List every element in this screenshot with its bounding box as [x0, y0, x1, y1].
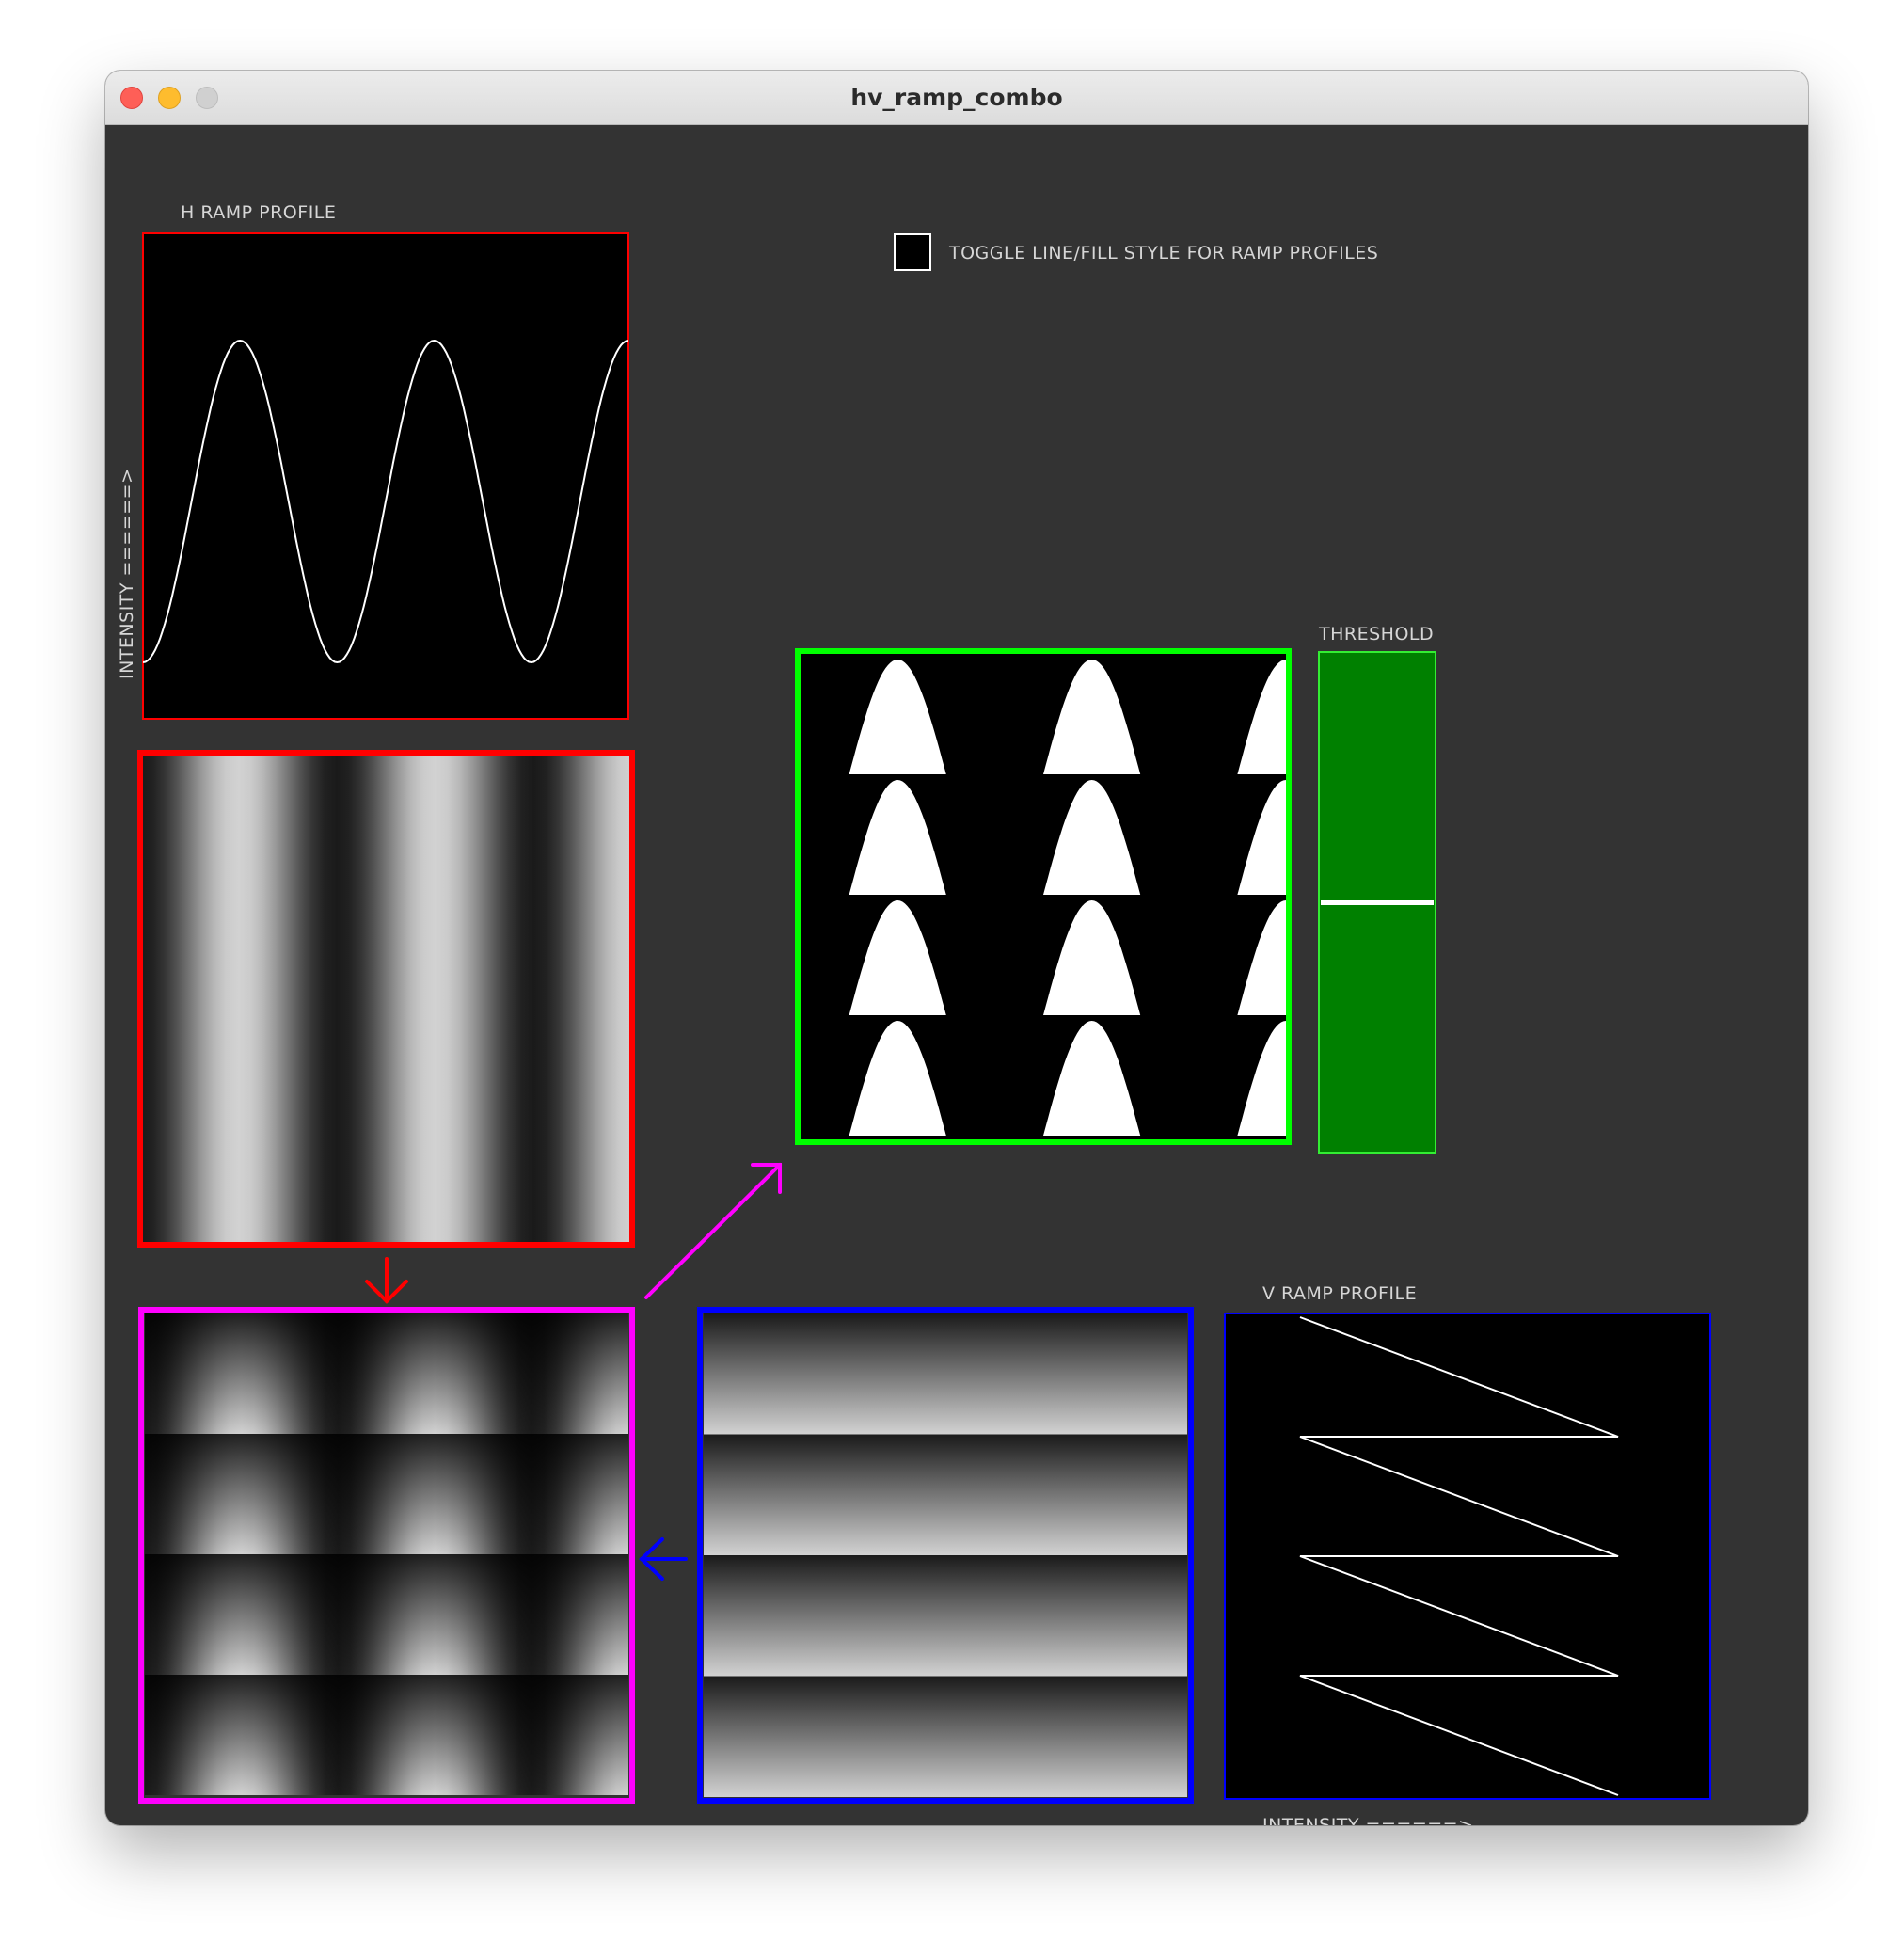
canvas-graphics [137, 232, 1711, 1804]
combo-band-shade [145, 1434, 628, 1554]
combo-band-shade [145, 1554, 628, 1675]
h-ramp-profile-panel [142, 232, 629, 720]
intensity-axis-label-horizontal: INTENSITY ======> [1262, 1815, 1474, 1825]
h-ramp-image [140, 753, 632, 1245]
arrow-down-icon [365, 1257, 408, 1304]
title-bar[interactable]: hv_ramp_combo [105, 71, 1808, 125]
v-ramp-band [704, 1434, 1187, 1555]
v-ramp-band [704, 1555, 1187, 1677]
window-title: hv_ramp_combo [850, 84, 1063, 111]
canvas-area: H RAMP PROFILE INTENSITY ======> TOGGLE … [105, 124, 1808, 1825]
threshold-slider-handle[interactable] [1321, 900, 1434, 905]
toggle-style-label[interactable]: TOGGLE LINE/FILL STYLE FOR RAMP PROFILES [949, 243, 1378, 263]
v-ramp-profile-label: V RAMP PROFILE [1262, 1283, 1418, 1304]
threshold-label: THRESHOLD [1319, 624, 1435, 644]
h-ramp-profile-label: H RAMP PROFILE [181, 202, 337, 223]
app-window: hv_ramp_combo H RAMP PROFILE INTENSITY =… [105, 71, 1808, 1825]
intensity-axis-label-vertical: INTENSITY ======> [117, 468, 137, 680]
arrow-left-icon [639, 1537, 688, 1581]
combo-band-shade [145, 1675, 628, 1795]
v-ramp-image [704, 1313, 1187, 1797]
arrow-diagonal-icon [644, 1163, 782, 1299]
v-ramp-band [704, 1676, 1187, 1797]
v-ramp-band [704, 1313, 1187, 1435]
toggle-style-checkbox[interactable] [894, 233, 931, 271]
combo-image [145, 1313, 628, 1795]
combo-band-shade [145, 1313, 628, 1434]
